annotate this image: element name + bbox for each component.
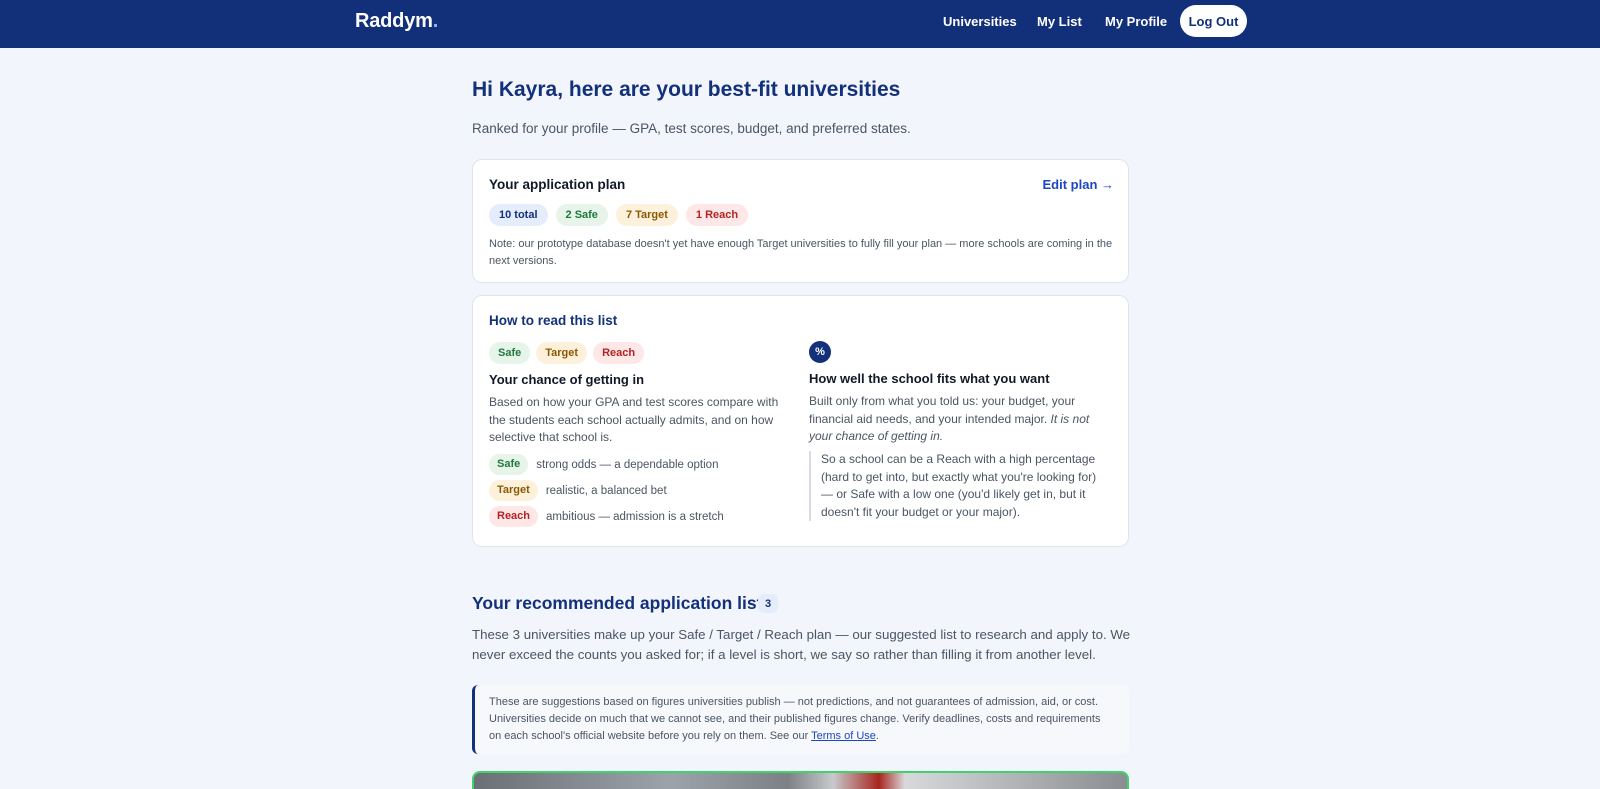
brand-logo[interactable]: Raddym. xyxy=(355,10,438,33)
safe-count-badge: 2 Safe xyxy=(555,204,608,226)
fit-title: How well the school fits what you want xyxy=(809,371,1050,386)
disclaimer-box: These are suggestions based on figures u… xyxy=(472,685,1129,754)
brand-dot: . xyxy=(432,10,439,32)
chance-body: Based on how your GPA and test scores co… xyxy=(489,395,779,444)
nav-my-list[interactable]: My List xyxy=(1037,14,1082,29)
legend-target-text: realistic, a balanced bet xyxy=(545,484,667,497)
disclaimer-end: . xyxy=(875,729,879,742)
university-card-image[interactable] xyxy=(472,771,1129,789)
fit-body: Built only from what you told us: your b… xyxy=(809,393,1109,446)
legend-reach-text: ambitious — admission is a stretch xyxy=(546,510,724,523)
legend-reach-badge: Reach xyxy=(489,506,539,527)
top-navbar: Raddym. Universities My List My Profile … xyxy=(0,0,1600,48)
target-count-badge: 7 Target xyxy=(615,204,678,226)
application-plan-card: Your application plan Edit plan → 10 tot… xyxy=(472,159,1129,283)
safe-badge: Safe xyxy=(489,342,531,364)
fit-quote: So a school can be a Reach with a high p… xyxy=(809,451,1109,521)
target-badge: Target xyxy=(536,342,588,364)
legend-row-reach: Reach ambitious — admission is a stretch xyxy=(489,506,724,527)
total-badge: 10 total xyxy=(489,204,548,226)
level-pills: Safe Target Reach xyxy=(489,342,645,364)
legend-row-target: Target realistic, a balanced bet xyxy=(489,480,667,501)
edit-plan-link[interactable]: Edit plan → xyxy=(1043,177,1115,192)
page-title: Hi Kayra, here are your best-fit univers… xyxy=(472,78,901,101)
terms-of-use-link[interactable]: Terms of Use xyxy=(811,730,876,742)
chance-title: Your chance of getting in xyxy=(489,372,645,387)
recommended-title: Your recommended application list xyxy=(472,593,763,613)
plan-note: Note: our prototype database doesn't yet… xyxy=(489,238,1113,267)
how-to-read-title: How to read this list xyxy=(489,313,618,328)
brand-name: Raddym xyxy=(355,10,433,32)
logout-button[interactable]: Log Out xyxy=(1180,5,1247,37)
reach-badge: Reach xyxy=(593,342,645,364)
nav-universities[interactable]: Universities xyxy=(943,14,1017,29)
plan-pills: 10 total 2 Safe 7 Target 1 Reach xyxy=(489,204,749,226)
legend-row-safe: Safe strong odds — a dependable option xyxy=(489,454,718,475)
disclaimer-text: These are suggestions based on figures u… xyxy=(489,696,1101,742)
how-to-read-card: How to read this list Safe Target Reach … xyxy=(472,295,1129,547)
recommended-description: These 3 universities make up your Safe /… xyxy=(472,627,1131,662)
fit-body-text: Built only from what you told us: your b… xyxy=(809,394,1076,426)
legend-target-badge: Target xyxy=(489,480,538,501)
page-subtitle: Ranked for your profile — GPA, test scor… xyxy=(472,121,911,136)
plan-title: Your application plan xyxy=(489,177,626,192)
nav-my-profile[interactable]: My Profile xyxy=(1105,14,1167,29)
recommended-count-badge: 3 xyxy=(758,594,778,613)
legend-safe-badge: Safe xyxy=(489,454,529,475)
legend-safe-text: strong odds — a dependable option xyxy=(536,458,719,471)
percent-icon: % xyxy=(809,341,831,363)
reach-count-badge: 1 Reach xyxy=(685,204,749,226)
